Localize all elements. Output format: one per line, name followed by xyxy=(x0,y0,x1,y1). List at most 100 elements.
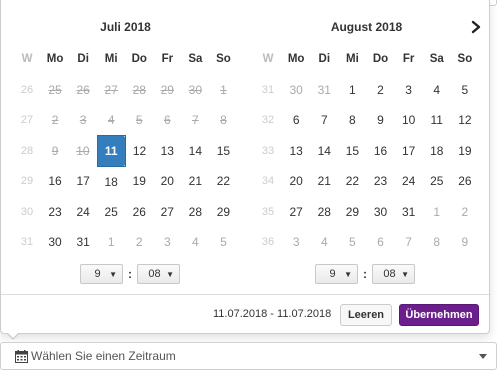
day-cell[interactable]: 12 xyxy=(451,105,479,136)
minute-select-start[interactable]: 08 ▼ xyxy=(137,264,180,284)
week-number: 33 xyxy=(261,144,275,157)
day-cell[interactable]: 22 xyxy=(209,166,237,197)
date-range-picker: Juli 2018 W Mo Di Mi Do Fr Sa So 26 25 26 27 28 29 30… xyxy=(0,0,491,334)
day-cell[interactable]: 27 xyxy=(153,197,181,228)
day-cell[interactable]: 7 xyxy=(310,105,338,136)
day-cell[interactable]: 6 xyxy=(282,105,310,136)
day-cell[interactable]: 4 xyxy=(310,227,338,258)
day-cell: 6 xyxy=(163,113,171,128)
week-row: 32 6 7 8 9 10 11 12 xyxy=(254,105,479,136)
day-cell[interactable]: 27 xyxy=(282,197,310,228)
day-cell[interactable]: 26 xyxy=(451,166,479,197)
day-cell[interactable]: 29 xyxy=(209,197,237,228)
hour-select-end[interactable]: 9 ▼ xyxy=(315,264,358,284)
week-row: 27 2 3 4 5 6 7 8 xyxy=(13,105,238,136)
day-cell[interactable]: 4 xyxy=(181,227,209,258)
day-cell[interactable]: 25 xyxy=(423,166,451,197)
day-cell[interactable]: 19 xyxy=(125,166,153,197)
day-cell[interactable]: 18 xyxy=(97,166,125,197)
day-cell[interactable]: 17 xyxy=(69,166,97,197)
day-cell[interactable]: 24 xyxy=(69,197,97,228)
day-cell[interactable]: 21 xyxy=(310,166,338,197)
week-number: 28 xyxy=(20,144,34,157)
weekday-header: Mi xyxy=(104,53,118,66)
day-cell[interactable]: 16 xyxy=(366,136,394,167)
day-cell[interactable]: 8 xyxy=(338,105,366,136)
day-cell[interactable]: 29 xyxy=(338,197,366,228)
day-cell[interactable]: 23 xyxy=(366,166,394,197)
day-cell[interactable]: 28 xyxy=(310,197,338,228)
day-cell[interactable]: 5 xyxy=(338,227,366,258)
day-cell[interactable]: 2 xyxy=(125,227,153,258)
day-cell[interactable]: 22 xyxy=(338,166,366,197)
day-cell[interactable]: 2 xyxy=(451,197,479,228)
day-cell[interactable]: 23 xyxy=(41,197,69,228)
day-cell[interactable]: 13 xyxy=(282,136,310,167)
day-cell[interactable]: 3 xyxy=(282,227,310,258)
day-cell[interactable]: 9 xyxy=(451,227,479,258)
clear-button[interactable]: Leeren xyxy=(340,304,392,326)
day-cell[interactable]: 19 xyxy=(451,136,479,167)
day-cell[interactable]: 28 xyxy=(181,197,209,228)
day-cell: 5 xyxy=(135,113,143,128)
weekday-header: Do xyxy=(372,53,389,66)
day-cell[interactable]: 8 xyxy=(423,227,451,258)
day-cell[interactable]: 5 xyxy=(209,227,237,258)
day-cell[interactable]: 30 xyxy=(366,197,394,228)
day-cell[interactable]: 6 xyxy=(366,227,394,258)
day-cell[interactable]: 1 xyxy=(423,197,451,228)
day-cell[interactable]: 3 xyxy=(153,227,181,258)
day-cell[interactable]: 31 xyxy=(69,227,97,258)
day-cell[interactable]: 12 xyxy=(125,136,153,167)
day-cell[interactable]: 4 xyxy=(423,75,451,106)
week-row: 36 3 4 5 6 7 8 9 xyxy=(254,227,479,258)
day-cell-selected[interactable]: 11 xyxy=(96,135,126,167)
day-cell[interactable]: 20 xyxy=(153,166,181,197)
day-cell[interactable]: 14 xyxy=(181,136,209,167)
day-cell[interactable]: 9 xyxy=(366,105,394,136)
day-cell[interactable]: 26 xyxy=(125,197,153,228)
weekday-header: Mo xyxy=(46,53,64,66)
day-cell[interactable]: 30 xyxy=(41,227,69,258)
weekday-header: Mi xyxy=(346,53,359,66)
day-cell[interactable]: 31 xyxy=(395,197,423,228)
calendar-august: August 2018 W Mo Di Mi Do Fr Sa So 31 30 31 1 2 3 4 5 3… xyxy=(254,14,481,258)
day-cell[interactable]: 30 xyxy=(282,75,310,106)
caret-down-icon: ▼ xyxy=(109,269,117,279)
day-cell[interactable]: 21 xyxy=(181,166,209,197)
day-cell[interactable]: 17 xyxy=(395,136,423,167)
calendar-july: Juli 2018 W Mo Di Mi Do Fr Sa So 26 25 26 27 28 29 30… xyxy=(13,14,238,258)
day-cell[interactable]: 3 xyxy=(395,75,423,106)
day-cell[interactable]: 24 xyxy=(395,166,423,197)
hour-select-start[interactable]: 9 ▼ xyxy=(80,264,123,284)
weekday-header: So xyxy=(216,53,231,66)
week-number: 27 xyxy=(20,114,34,127)
day-cell[interactable]: 14 xyxy=(310,136,338,167)
day-cell[interactable]: 18 xyxy=(423,136,451,167)
day-cell[interactable]: 15 xyxy=(209,136,237,167)
hour-value: 9 xyxy=(94,268,101,280)
week-number: 29 xyxy=(20,175,34,188)
day-cell[interactable]: 11 xyxy=(423,105,451,136)
minute-select-end[interactable]: 08 ▼ xyxy=(372,264,415,284)
day-cell[interactable]: 20 xyxy=(282,166,310,197)
week-column-header: W xyxy=(262,53,274,66)
day-cell[interactable]: 31 xyxy=(310,75,338,106)
date-range-input[interactable]: Wählen Sie einen Zeitraum xyxy=(0,342,497,370)
hour-value: 9 xyxy=(329,268,336,280)
chevron-right-icon[interactable] xyxy=(469,20,483,34)
day-cell: 27 xyxy=(104,82,118,97)
day-cell[interactable]: 25 xyxy=(97,197,125,228)
day-cell[interactable]: 2 xyxy=(366,75,394,106)
day-cell[interactable]: 10 xyxy=(395,105,423,136)
day-cell[interactable]: 5 xyxy=(451,75,479,106)
apply-button[interactable]: Übernehmen xyxy=(399,304,479,326)
day-cell[interactable]: 7 xyxy=(395,227,423,258)
day-cell[interactable]: 1 xyxy=(338,75,366,106)
day-cell[interactable]: 13 xyxy=(153,136,181,167)
weekday-header: Mo xyxy=(287,53,305,66)
day-cell[interactable]: 16 xyxy=(41,166,69,197)
day-cell: 7 xyxy=(192,113,199,128)
day-cell[interactable]: 1 xyxy=(97,227,125,258)
day-cell[interactable]: 15 xyxy=(338,136,366,167)
